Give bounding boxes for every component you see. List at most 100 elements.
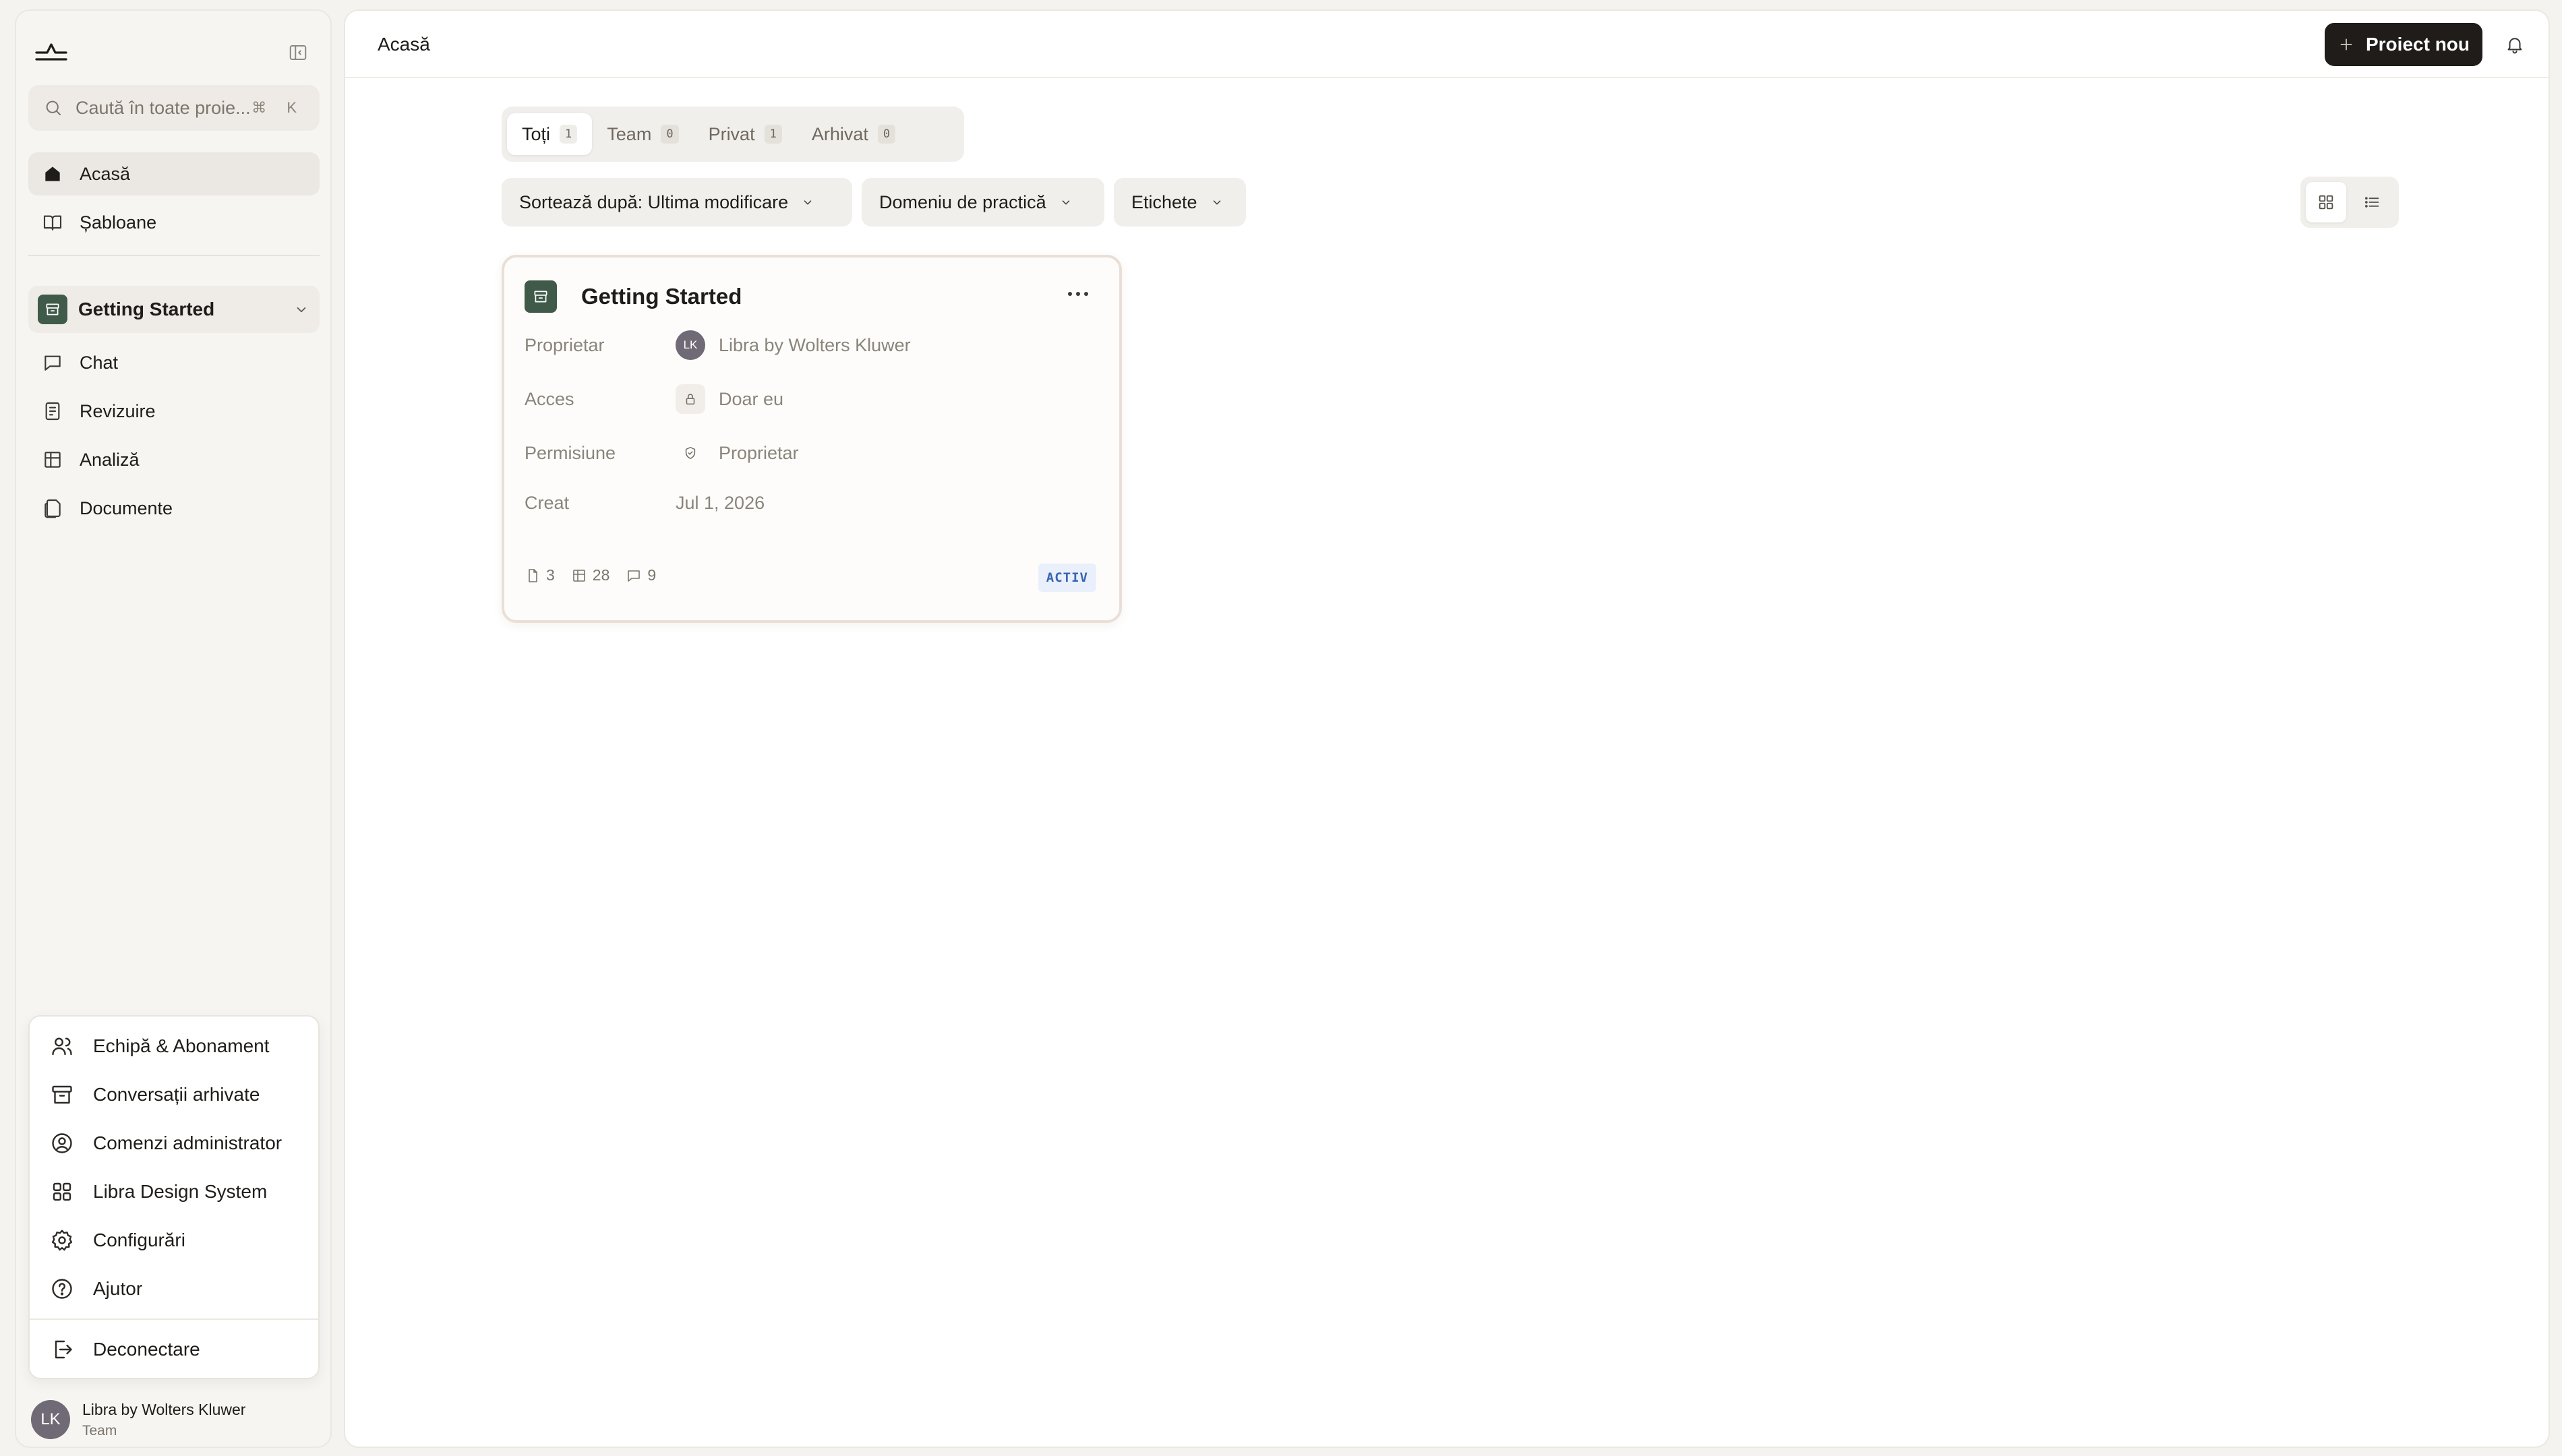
owner-value: Libra by Wolters Kluwer — [719, 334, 911, 355]
tab-label: Arhivat — [811, 123, 868, 144]
search-input[interactable]: Caută în toate proie... ⌘ K — [28, 85, 320, 131]
user-name: Libra by Wolters Kluwer — [82, 1400, 246, 1418]
list-view-button[interactable] — [2352, 182, 2392, 222]
libra-logo-icon[interactable] — [34, 38, 69, 65]
sidebar: Caută în toate proie... ⌘ K Acasă Șabloa… — [15, 9, 332, 1448]
tab-team[interactable]: Team 0 — [592, 113, 693, 155]
chats-stat: 9 — [626, 566, 656, 584]
documents-icon — [44, 499, 61, 518]
menu-item-help[interactable]: Ajutor — [30, 1265, 318, 1313]
new-project-label: Proiect nou — [2365, 34, 2470, 55]
tab-count: 1 — [560, 125, 578, 144]
tab-label: Toți — [522, 123, 551, 144]
chevron-down-icon — [1062, 200, 1069, 205]
menu-item-design-system[interactable]: Libra Design System — [30, 1167, 318, 1216]
created-value: Jul 1, 2026 — [676, 492, 765, 513]
practice-area-dropdown[interactable]: Domeniu de practică — [862, 178, 1104, 226]
permission-row: Permisiune Proprietar — [525, 438, 799, 468]
shield-check-icon — [676, 438, 705, 468]
tab-label: Team — [607, 123, 652, 144]
tab-all[interactable]: Toți 1 — [507, 113, 593, 155]
menu-item-label: Comenzi administrator — [93, 1132, 282, 1153]
tags-label: Etichete — [1131, 191, 1197, 212]
document-icon — [529, 568, 537, 582]
sort-label: Sortează după: Ultima modificare — [519, 191, 789, 212]
more-options-icon[interactable] — [1068, 287, 1092, 301]
help-icon — [52, 1279, 72, 1299]
sidebar-item-review[interactable]: Revizuire — [28, 390, 320, 433]
top-bar: Acasă Proiect nou — [345, 11, 2549, 78]
collapse-sidebar-icon[interactable] — [282, 36, 314, 69]
chat-icon — [628, 570, 640, 582]
sidebar-item-analysis[interactable]: Analiză — [28, 438, 320, 481]
gear-icon — [51, 1230, 73, 1251]
created-row: Creat Jul 1, 2026 — [525, 488, 765, 518]
archive-icon — [52, 1085, 72, 1104]
account-menu: Echipă & Abonament Conversații arhivate … — [28, 1015, 320, 1379]
menu-divider — [30, 1318, 318, 1320]
search-icon — [46, 100, 61, 115]
menu-item-label: Conversații arhivate — [93, 1084, 260, 1105]
sidebar-item-home[interactable]: Acasă — [28, 152, 320, 195]
sidebar-divider — [28, 255, 320, 256]
sort-dropdown[interactable]: Sortează după: Ultima modificare — [502, 178, 852, 226]
documents-stat: 3 — [525, 566, 555, 584]
review-icon — [45, 402, 60, 421]
users-icon — [52, 1037, 72, 1056]
menu-item-admin-commands[interactable]: Comenzi administrator — [30, 1119, 318, 1167]
created-label: Creat — [525, 492, 570, 513]
table-icon — [572, 569, 585, 582]
tab-archived[interactable]: Arhivat 0 — [797, 113, 910, 155]
page-title: Acasă — [378, 34, 430, 55]
logout-button[interactable]: Deconectare — [30, 1325, 318, 1374]
card-header: Getting Started — [525, 280, 742, 313]
menu-item-settings[interactable]: Configurări — [30, 1216, 318, 1265]
sidebar-item-chat[interactable]: Chat — [28, 341, 320, 384]
menu-item-label: Ajutor — [93, 1278, 143, 1299]
practice-label: Domeniu de practică — [879, 191, 1046, 212]
chevron-down-icon — [1213, 200, 1220, 205]
sidebar-item-label: Documente — [80, 497, 173, 518]
project-selector[interactable]: Getting Started — [28, 286, 320, 333]
sidebar-item-documents[interactable]: Documente — [28, 487, 320, 530]
archive-box-icon — [38, 295, 67, 324]
permission-label: Permisiune — [525, 442, 616, 463]
menu-item-label: Echipă & Abonament — [93, 1035, 270, 1056]
menu-item-team-subscription[interactable]: Echipă & Abonament — [30, 1022, 318, 1070]
sidebar-item-label: Analiză — [80, 449, 140, 470]
tables-count: 28 — [592, 566, 610, 584]
bell-icon[interactable] — [2501, 31, 2528, 58]
avatar: LK — [31, 1400, 70, 1439]
tab-count: 0 — [661, 125, 679, 144]
sidebar-item-label: Chat — [80, 352, 119, 373]
home-icon — [45, 166, 60, 181]
tab-private[interactable]: Privat 1 — [694, 113, 797, 155]
user-circle-icon — [52, 1133, 72, 1153]
menu-item-label: Configurări — [93, 1230, 185, 1250]
logout-icon — [55, 1340, 72, 1359]
grid-icon — [53, 1182, 71, 1201]
main-content: Acasă Proiect nou Toți 1 Team 0 Privat 1… — [344, 9, 2550, 1448]
logout-label: Deconectare — [93, 1339, 200, 1360]
lock-icon — [676, 384, 705, 414]
grid-view-button[interactable] — [2306, 182, 2346, 222]
card-stats: 3 28 9 — [525, 566, 656, 584]
new-project-button[interactable]: Proiect nou — [2325, 23, 2482, 66]
project-name: Getting Started — [78, 299, 215, 320]
menu-item-archived-chats[interactable]: Conversații arhivate — [30, 1070, 318, 1119]
card-title: Getting Started — [581, 284, 742, 309]
book-icon — [43, 215, 62, 231]
sidebar-item-templates[interactable]: Șabloane — [28, 201, 320, 244]
tags-dropdown[interactable]: Etichete — [1114, 178, 1246, 226]
project-card[interactable]: Getting Started Proprietar LK Libra by W… — [502, 255, 1122, 623]
search-placeholder: Caută în toate proie... — [76, 97, 251, 118]
access-value: Doar eu — [719, 388, 784, 409]
access-label: Acces — [525, 388, 574, 409]
list-view-icon — [2364, 197, 2379, 208]
owner-avatar: LK — [676, 330, 705, 360]
table-icon — [44, 452, 61, 468]
chat-icon — [44, 355, 61, 371]
sidebar-item-label: Șabloane — [80, 212, 157, 233]
user-profile[interactable]: LK Libra by Wolters Kluwer Team — [31, 1398, 322, 1441]
menu-item-label: Libra Design System — [93, 1181, 268, 1202]
